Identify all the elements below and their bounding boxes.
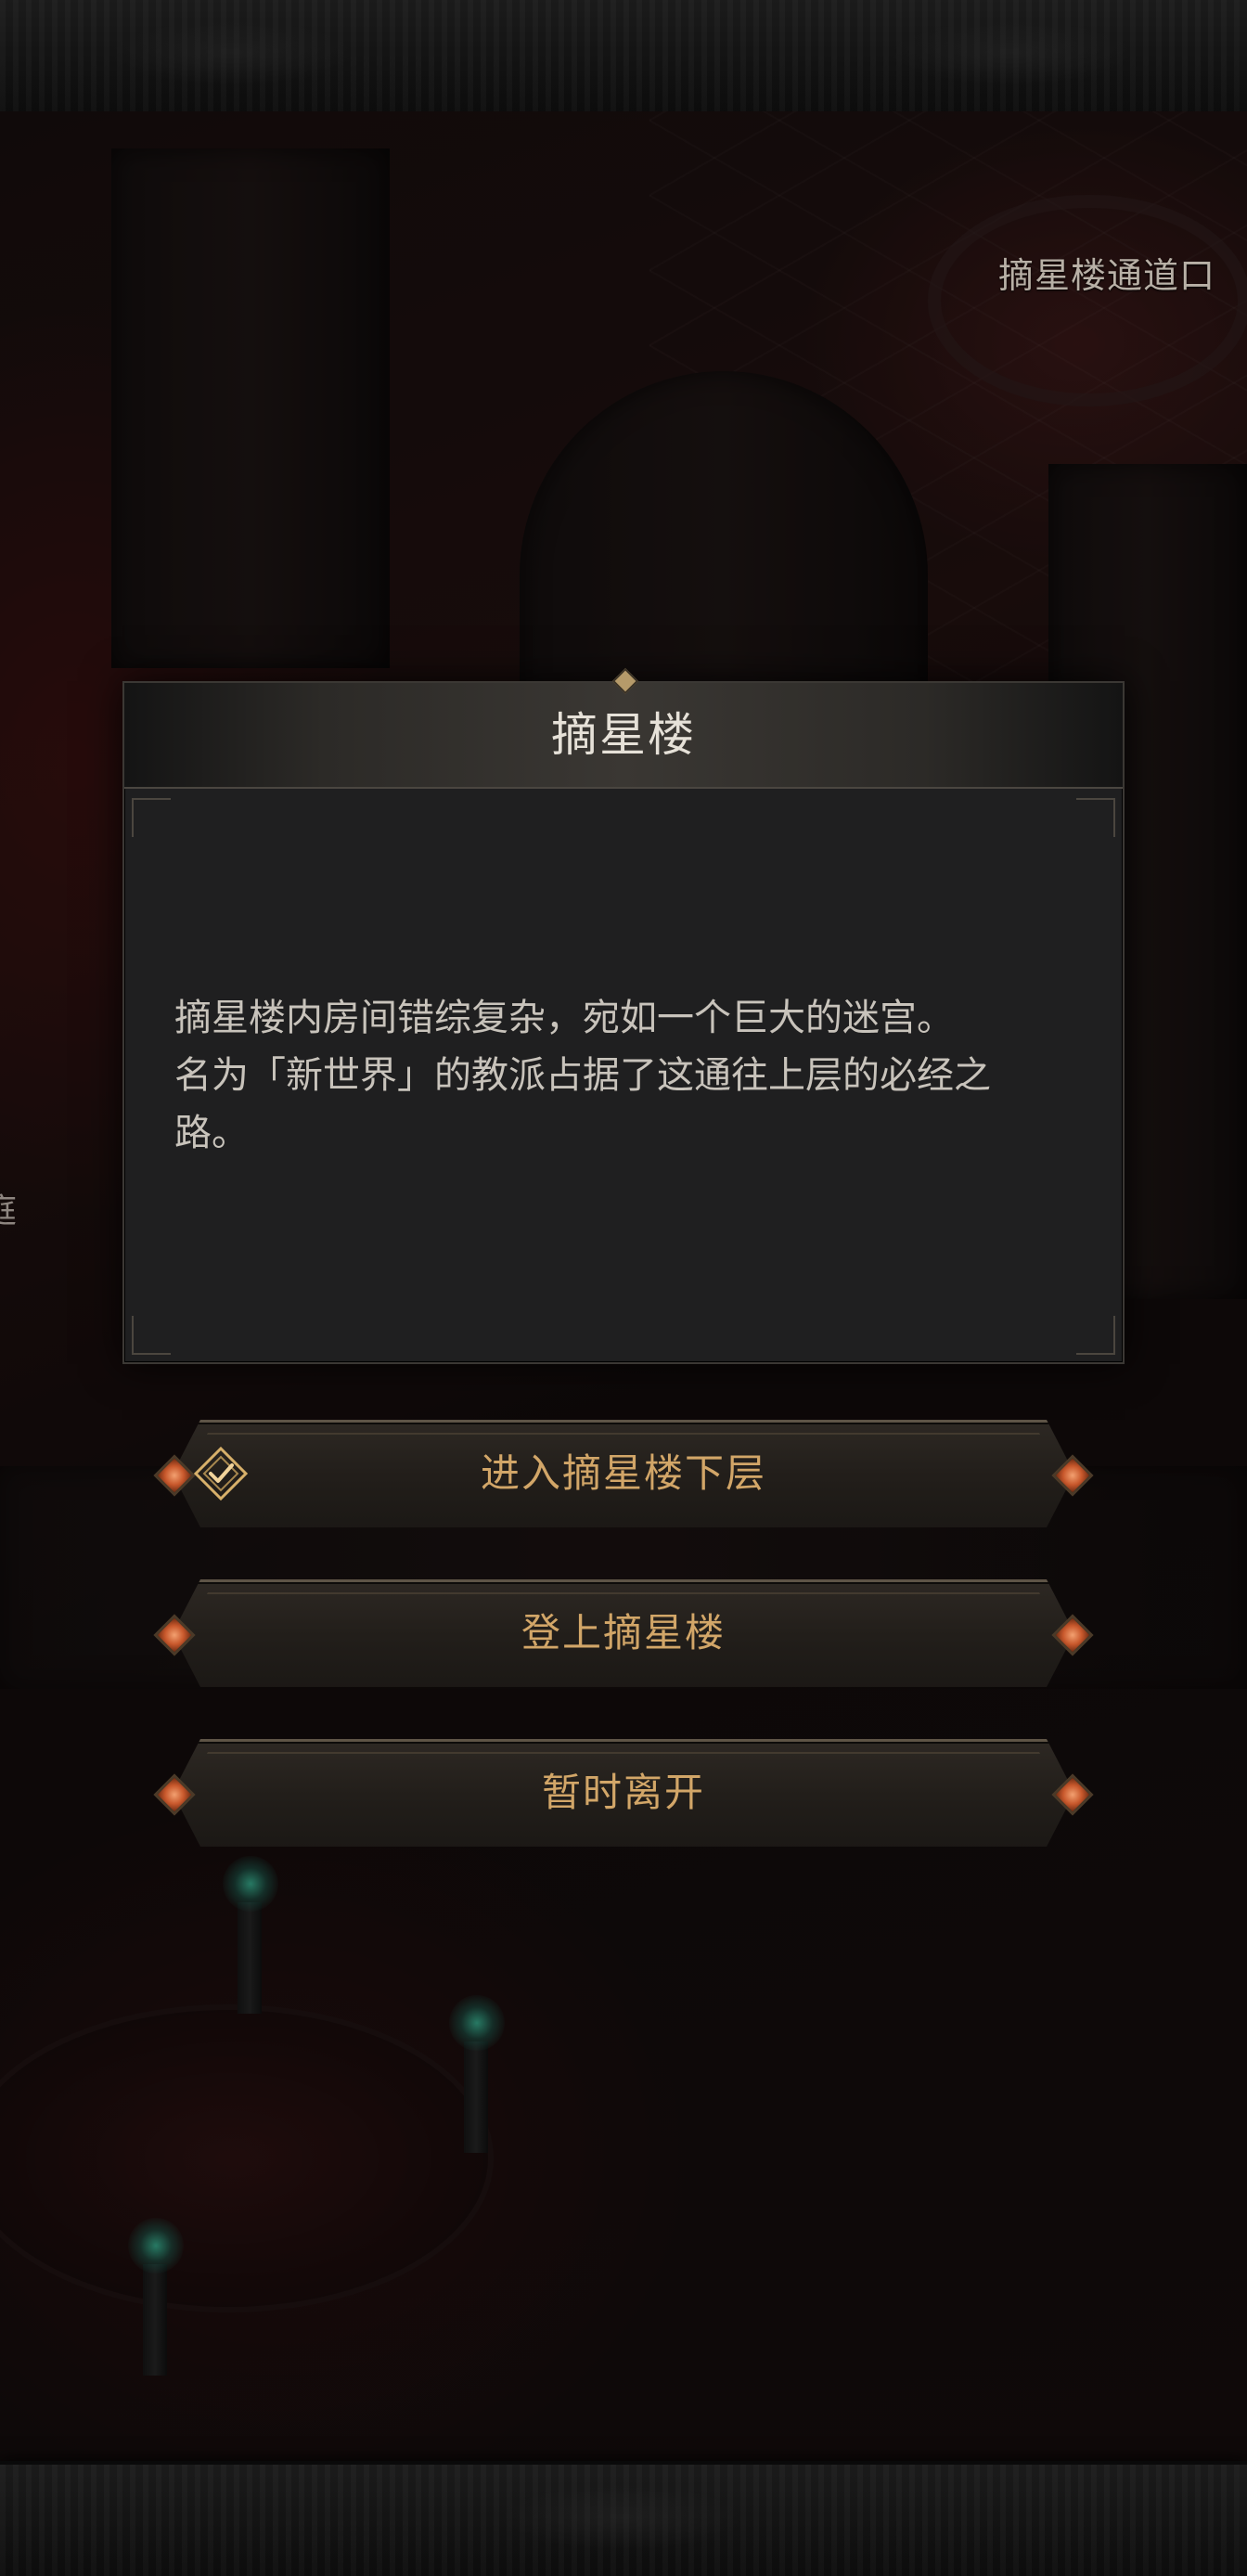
location-dialog: 摘星楼 摘星楼内房间错综复杂，宛如一个巨大的迷宫。 名为「新世界」的教派占据了这… <box>122 667 1125 1364</box>
frame-ornament <box>891 20 1132 85</box>
description-line: 路。 <box>174 1112 249 1154</box>
frame-ornament <box>501 2485 742 2550</box>
leave-button[interactable]: 暂时离开 <box>135 1739 1112 1847</box>
corner-ornament <box>1076 1316 1115 1355</box>
top-frame-border <box>0 0 1247 115</box>
map-location-label-left[interactable]: 庭 <box>0 1184 17 1232</box>
dialog-title: 摘星楼 <box>551 708 696 762</box>
dialog-description: 摘星楼内房间错综复杂，宛如一个巨大的迷宫。 名为「新世界」的教派占据了这通往上层… <box>174 989 1102 1162</box>
description-line: 摘星楼内房间错综复杂，宛如一个巨大的迷宫。 <box>174 997 954 1039</box>
corner-ornament <box>1076 798 1115 837</box>
option-label: 登上摘星楼 <box>521 1610 726 1655</box>
corner-ornament <box>132 1316 171 1355</box>
enter-lower-floor-button[interactable]: 进入摘星楼下层 <box>135 1420 1112 1527</box>
bottom-frame-border <box>0 2461 1247 2576</box>
ascend-tower-button[interactable]: 登上摘星楼 <box>135 1579 1112 1687</box>
frame-ornament <box>111 20 353 85</box>
corner-ornament <box>132 798 171 837</box>
option-label: 进入摘星楼下层 <box>480 1450 766 1496</box>
description-line: 名为「新世界」的教派占据了这通往上层的必经之 <box>174 1054 991 1097</box>
option-label: 暂时离开 <box>541 1770 705 1815</box>
map-location-label[interactable]: 摘星楼通道口 <box>998 247 1215 298</box>
